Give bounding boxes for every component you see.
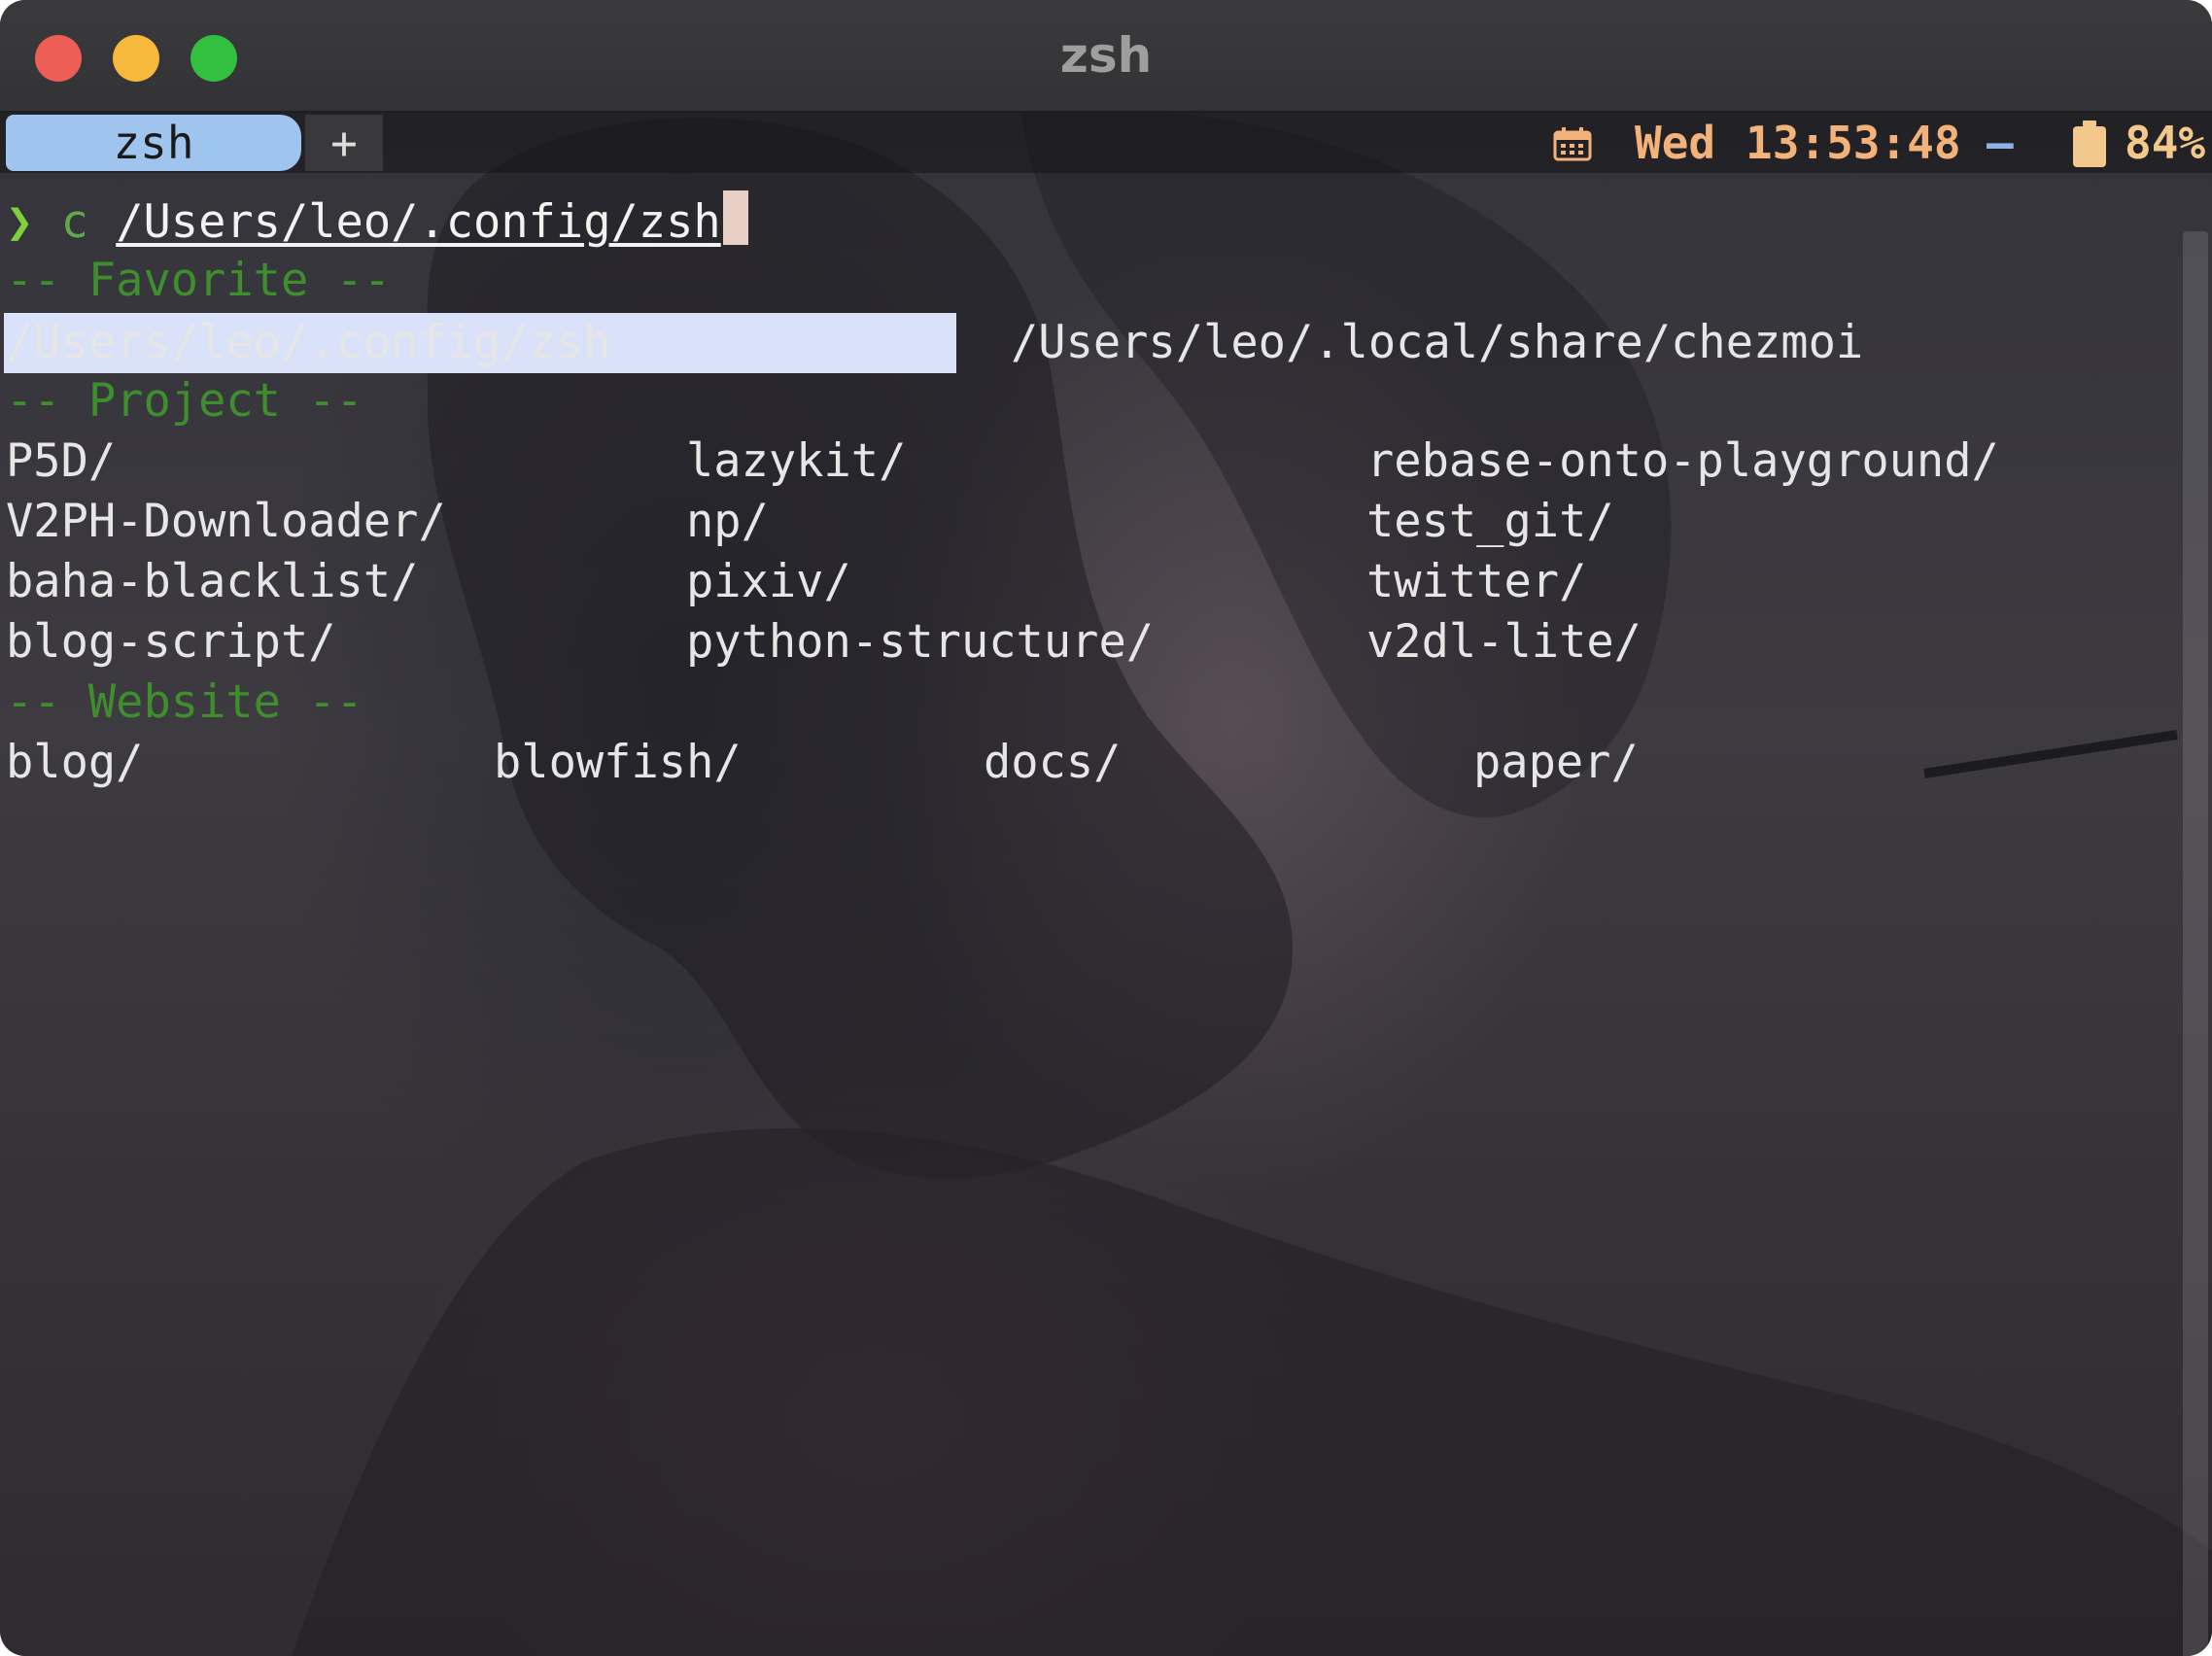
- terminal-window: zsh zsh + Wed 13:53:48 — 84% ❯ c /Users/…: [0, 0, 2212, 1656]
- calendar-icon: [1553, 127, 1592, 161]
- prompt-symbol: ❯: [6, 195, 34, 249]
- prompt-line[interactable]: ❯ c /Users/leo/.config/zsh: [6, 190, 748, 251]
- completion-item[interactable]: np/: [686, 492, 769, 552]
- terminal-area[interactable]: zsh + Wed 13:53:48 — 84% ❯ c /Users/leo/…: [0, 113, 2212, 1656]
- prompt-argument: /Users/leo/.config/zsh: [116, 195, 721, 249]
- completion-item[interactable]: v2dl-lite/: [1366, 612, 1642, 673]
- tab-bar: zsh + Wed 13:53:48 — 84%: [0, 113, 2212, 173]
- completion-item[interactable]: /Users/leo/.config/zsh: [6, 313, 611, 373]
- completion-item[interactable]: baha-blacklist/: [6, 552, 418, 612]
- completion-item[interactable]: P5D/: [6, 431, 116, 492]
- window-title: zsh: [1059, 27, 1153, 84]
- title-bar: zsh: [0, 0, 2212, 113]
- status-time: 13:53:48: [1745, 117, 1961, 169]
- completion-item[interactable]: /Users/leo/.local/share/chezmoi: [1011, 313, 1863, 373]
- tab-zsh[interactable]: zsh: [6, 115, 301, 171]
- status-battery: 84%: [2125, 117, 2206, 169]
- status-day: Wed: [1635, 117, 1716, 169]
- text-cursor: [722, 190, 748, 245]
- favorite-heading: -- Favorite --: [6, 254, 392, 307]
- completion-item[interactable]: rebase-onto-playground/: [1366, 431, 1999, 492]
- completion-item[interactable]: pixiv/: [686, 552, 851, 612]
- prompt-command: c: [60, 195, 88, 249]
- completion-item[interactable]: V2PH-Downloader/: [6, 492, 446, 552]
- completion-item[interactable]: blog/: [6, 733, 143, 793]
- new-tab-button[interactable]: +: [305, 115, 383, 171]
- completion-item[interactable]: twitter/: [1366, 552, 1586, 612]
- completion-item[interactable]: paper/: [1473, 733, 1639, 793]
- status-separator: —: [1987, 117, 2014, 169]
- completion-item[interactable]: test_git/: [1366, 492, 1614, 552]
- completion-item[interactable]: python-structure/: [686, 612, 1154, 673]
- completion-item[interactable]: blowfish/: [494, 733, 742, 793]
- battery-icon: [2073, 121, 2106, 167]
- project-heading: -- Project --: [6, 374, 363, 428]
- completion-item[interactable]: docs/: [984, 733, 1121, 793]
- scrollbar[interactable]: [2183, 231, 2208, 1656]
- website-heading: -- Website --: [6, 675, 363, 729]
- completion-item[interactable]: blog-script/: [6, 612, 336, 673]
- completion-item[interactable]: lazykit/: [686, 431, 906, 492]
